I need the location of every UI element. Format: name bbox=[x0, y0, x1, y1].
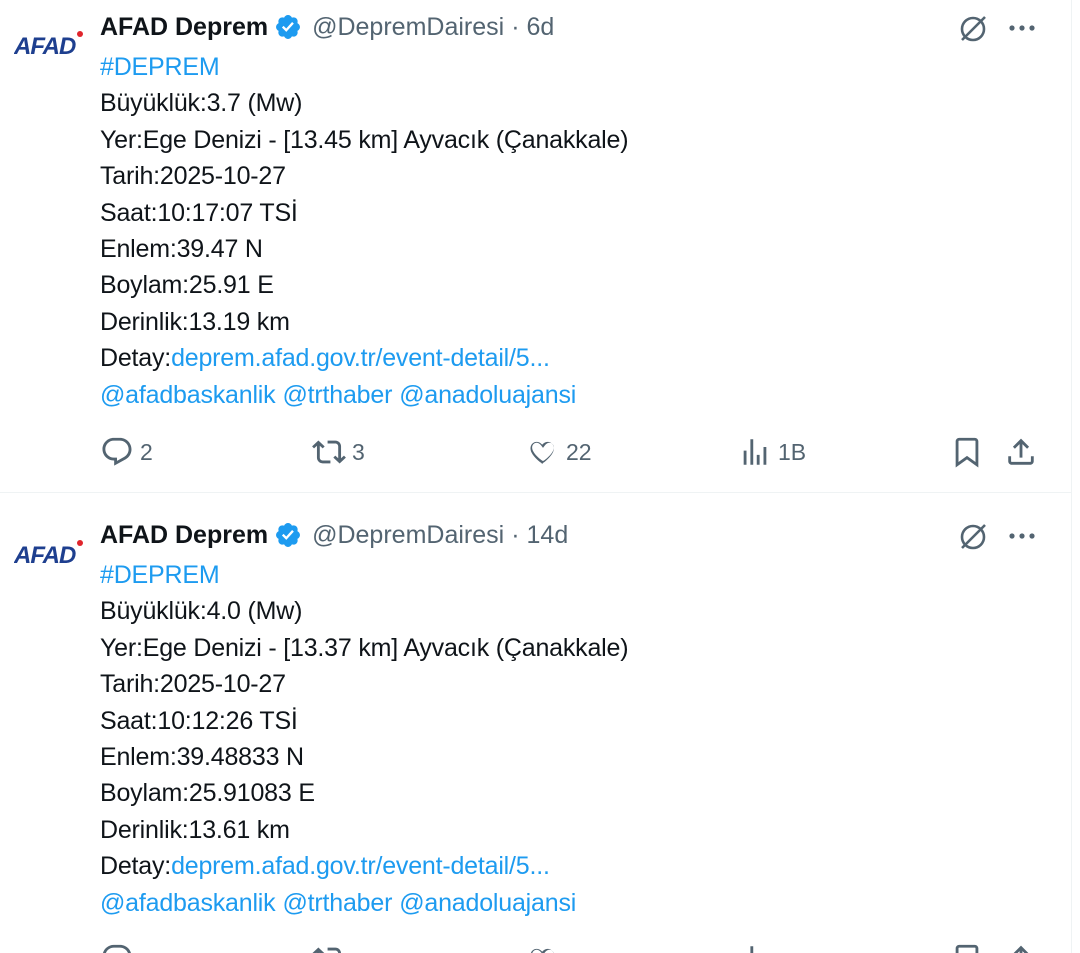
share-icon bbox=[1008, 438, 1034, 465]
date-line: Tarih:2025-10-27 bbox=[100, 670, 286, 699]
tweet-text: #DEPREM Büyüklük:3.7 (Mw) Yer:Ege Denizi… bbox=[100, 49, 1000, 413]
depth-line: Derinlik:13.61 km bbox=[100, 815, 290, 844]
bookmark-button[interactable] bbox=[950, 939, 984, 953]
repost-button[interactable] bbox=[312, 939, 352, 953]
bookmark-button[interactable] bbox=[950, 432, 984, 472]
longitude-line: Boylam:25.91 E bbox=[100, 271, 274, 300]
avatar[interactable]: AFAD bbox=[14, 539, 84, 569]
heart-icon bbox=[530, 948, 554, 953]
share-button[interactable] bbox=[1004, 939, 1038, 953]
longitude-line: Boylam:25.91083 E bbox=[100, 779, 315, 808]
repost-icon bbox=[312, 947, 342, 953]
detail-link[interactable]: deprem.afad.gov.tr/event-detail/5... bbox=[171, 852, 550, 880]
verified-badge-icon[interactable] bbox=[274, 13, 302, 41]
timeline-feed: AFAD AFAD Deprem @DepremDairesi · 6d #DE… bbox=[0, 0, 1072, 953]
verified-badge-icon[interactable] bbox=[274, 521, 302, 549]
views-button[interactable] bbox=[738, 939, 778, 953]
date-line: Tarih:2025-10-27 bbox=[100, 162, 286, 191]
repost-icon bbox=[312, 440, 346, 464]
views-icon bbox=[743, 439, 767, 465]
separator-dot: · bbox=[511, 520, 520, 549]
like-button[interactable] bbox=[526, 939, 566, 953]
mention-link[interactable]: @anadoluajansi bbox=[399, 889, 576, 917]
share-button[interactable] bbox=[1004, 432, 1038, 472]
hashtag-link[interactable]: #DEPREM bbox=[100, 557, 1000, 593]
detail-link[interactable]: deprem.afad.gov.tr/event-detail/5... bbox=[171, 344, 550, 372]
latitude-line: Enlem:39.48833 N bbox=[100, 743, 304, 772]
magnitude-line: Büyüklük:4.0 (Mw) bbox=[100, 597, 303, 626]
detail-label: Detay: bbox=[100, 344, 172, 373]
timestamp[interactable]: 14d bbox=[527, 521, 569, 550]
mention-link[interactable]: @anadoluajansi bbox=[399, 381, 576, 409]
latitude-line: Enlem:39.47 N bbox=[100, 235, 263, 264]
depth-line: Derinlik:13.19 km bbox=[100, 307, 290, 336]
reply-button[interactable] bbox=[100, 939, 140, 953]
separator-dot: · bbox=[511, 12, 520, 41]
tweet[interactable]: AFAD AFAD Deprem @DepremDairesi · 14d #D… bbox=[0, 509, 1071, 953]
grok-icon[interactable] bbox=[956, 12, 990, 46]
afad-logo-text: AFAD bbox=[14, 33, 76, 60]
repost-button[interactable]: 3 bbox=[312, 432, 365, 472]
views-icon bbox=[750, 946, 754, 953]
mention-link[interactable]: @afadbaskanlik bbox=[100, 381, 276, 409]
timestamp[interactable]: 6d bbox=[527, 13, 555, 42]
bookmark-icon bbox=[955, 437, 979, 468]
avatar[interactable]: AFAD bbox=[14, 30, 84, 60]
reply-icon bbox=[102, 944, 131, 953]
mention-link[interactable]: @afadbaskanlik bbox=[100, 889, 276, 917]
mention-link[interactable]: @trthaber bbox=[282, 381, 392, 409]
detail-label: Detay: bbox=[100, 852, 172, 881]
bookmark-icon bbox=[955, 944, 979, 953]
grok-icon[interactable] bbox=[956, 520, 990, 554]
mentions-line: @afadbaskanlik @trthaber @anadoluajansi bbox=[100, 377, 1000, 413]
like-button[interactable]: 22 bbox=[526, 432, 592, 472]
tweet[interactable]: AFAD AFAD Deprem @DepremDairesi · 6d #DE… bbox=[0, 0, 1071, 493]
reply-button[interactable]: 2 bbox=[100, 432, 153, 472]
hashtag-link[interactable]: #DEPREM bbox=[100, 49, 1000, 85]
view-count: 1B bbox=[778, 438, 807, 465]
tweet-text: #DEPREM Büyüklük:4.0 (Mw) Yer:Ege Denizi… bbox=[100, 557, 1000, 921]
more-options-icon[interactable] bbox=[1004, 520, 1040, 554]
afad-logo-text: AFAD bbox=[14, 542, 76, 569]
time-line: Saat:10:17:07 TSİ bbox=[100, 198, 298, 227]
like-count: 22 bbox=[566, 438, 592, 465]
tweet-actions: 2 3 22 1B bbox=[100, 432, 1045, 472]
detail-line: Detay:deprem.afad.gov.tr/event-detail/5.… bbox=[100, 848, 1000, 884]
tweet-header: AFAD Deprem @DepremDairesi · 6d bbox=[100, 10, 554, 44]
share-icon bbox=[1013, 945, 1029, 953]
reply-icon bbox=[102, 437, 132, 466]
location-line: Yer:Ege Denizi - [13.37 km] Ayvacık (Çan… bbox=[100, 633, 629, 662]
views-button[interactable]: 1B bbox=[738, 432, 806, 472]
tweet-header: AFAD Deprem @DepremDairesi · 14d bbox=[100, 518, 568, 552]
detail-line: Detay:deprem.afad.gov.tr/event-detail/5.… bbox=[100, 340, 1000, 376]
heart-icon bbox=[530, 441, 554, 464]
tweet-actions bbox=[100, 939, 1045, 953]
more-options-icon[interactable] bbox=[1004, 12, 1040, 46]
author-name[interactable]: AFAD Deprem bbox=[100, 521, 268, 550]
reply-count: 2 bbox=[140, 438, 153, 465]
repost-count: 3 bbox=[352, 438, 365, 465]
mention-link[interactable]: @trthaber bbox=[282, 889, 392, 917]
time-line: Saat:10:12:26 TSİ bbox=[100, 706, 298, 735]
author-name[interactable]: AFAD Deprem bbox=[100, 13, 268, 42]
author-handle[interactable]: @DepremDairesi bbox=[312, 13, 504, 42]
location-line: Yer:Ege Denizi - [13.45 km] Ayvacık (Çan… bbox=[100, 125, 629, 154]
author-handle[interactable]: @DepremDairesi bbox=[312, 521, 504, 550]
magnitude-line: Büyüklük:3.7 (Mw) bbox=[100, 89, 303, 118]
mentions-line: @afadbaskanlik @trthaber @anadoluajansi bbox=[100, 885, 1000, 921]
